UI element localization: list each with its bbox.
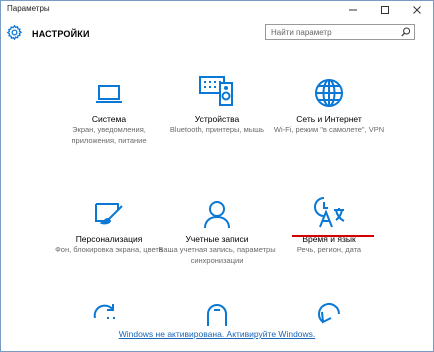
account-icon xyxy=(204,201,230,229)
tile-system-desc: Экран, уведомления, приложения, питание xyxy=(71,125,147,145)
tile-system[interactable]: Система Экран, уведомления, приложения, … xyxy=(49,69,169,146)
globe-icon xyxy=(315,79,343,107)
refresh-icon[interactable] xyxy=(317,297,345,327)
settings-header: НАСТРОЙКИ xyxy=(1,19,433,49)
highlight-underline xyxy=(292,235,374,237)
tile-time-language-desc: Речь, регион, дата xyxy=(296,245,362,254)
window-title: Параметры xyxy=(7,4,50,13)
tile-network-desc: Wi-Fi, режим "в самолете", VPN xyxy=(273,125,385,134)
tile-devices[interactable]: Устройства Bluetooth, принтеры, мышь xyxy=(157,69,277,136)
page-title: НАСТРОЙКИ xyxy=(32,29,90,39)
maximize-icon xyxy=(381,6,389,14)
activation-bar: Windows не активирована. Активируйте Win… xyxy=(1,329,433,349)
update-security-icon[interactable] xyxy=(91,297,119,327)
tile-personalization[interactable]: Персонализация Фон, блокировка экрана, ц… xyxy=(49,189,169,256)
tile-accounts-desc: Ваша учетная запись, параметры синхрониз… xyxy=(158,245,276,265)
gear-icon xyxy=(6,24,23,41)
tile-accounts[interactable]: Учетные записи Ваша учетная запись, пара… xyxy=(157,189,277,266)
search-icon[interactable] xyxy=(401,27,411,37)
minimize-button[interactable] xyxy=(337,1,369,19)
tile-network[interactable]: Сеть и Интернет Wi-Fi, режим "в самолете… xyxy=(269,69,389,136)
close-button[interactable] xyxy=(401,1,433,19)
tile-devices-desc: Bluetooth, принтеры, мышь xyxy=(169,125,265,134)
activate-windows-link[interactable]: Windows не активирована. Активируйте Win… xyxy=(119,329,316,339)
tile-time-language[interactable]: Время и язык Речь, регион, дата xyxy=(269,189,389,256)
laptop-icon xyxy=(96,85,122,103)
settings-window: Параметры НАСТРОЙКИ Найти параметр Систе… xyxy=(0,0,434,352)
tile-devices-name: Устройства xyxy=(194,114,240,124)
maximize-button[interactable] xyxy=(369,1,401,19)
title-bar: Параметры xyxy=(1,1,433,19)
devices-icon xyxy=(199,76,233,106)
ease-of-access-icon[interactable] xyxy=(203,297,231,327)
tile-accounts-name: Учетные записи xyxy=(185,234,249,244)
tile-system-name: Система xyxy=(91,114,127,124)
minimize-icon xyxy=(349,9,357,11)
tile-personalization-name: Персонализация xyxy=(75,234,143,244)
search-input[interactable] xyxy=(266,25,397,39)
personalization-icon xyxy=(95,203,123,225)
tile-network-name: Сеть и Интернет xyxy=(296,114,362,124)
tile-personalization-desc: Фон, блокировка экрана, цвета xyxy=(55,245,163,254)
time-language-icon xyxy=(314,197,345,228)
search-box[interactable] xyxy=(265,24,415,40)
close-icon xyxy=(413,6,421,14)
